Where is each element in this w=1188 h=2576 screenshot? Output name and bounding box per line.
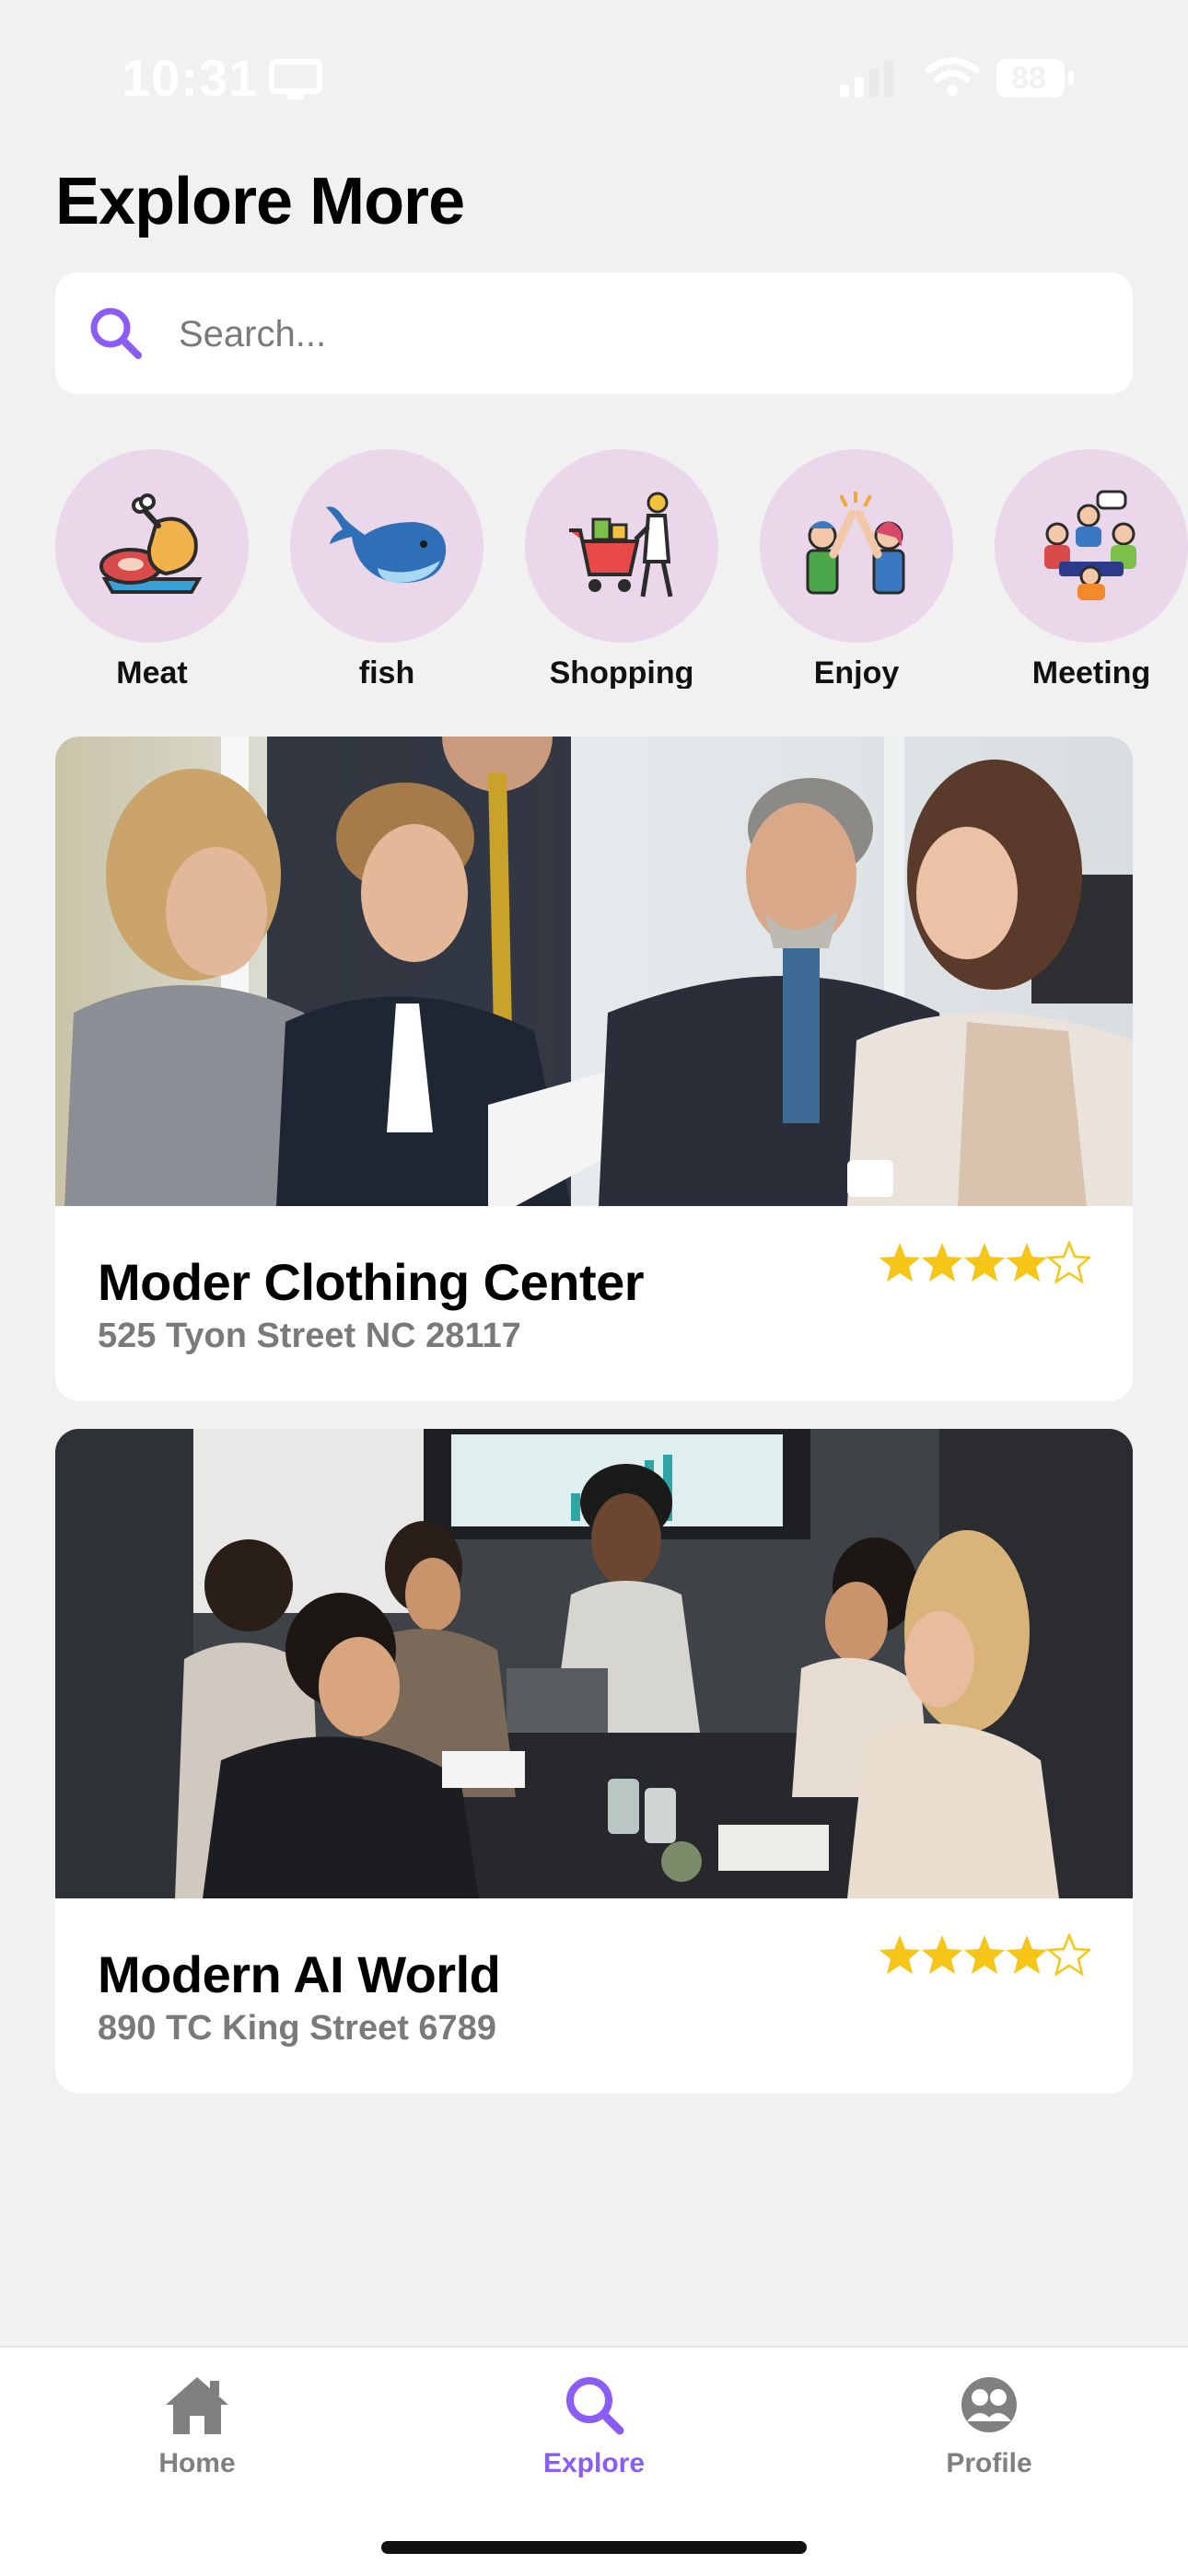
meat-icon [99, 493, 203, 594]
tab-label: Home [158, 2448, 236, 2478]
tab-explore[interactable]: Explore [502, 2373, 686, 2479]
search-bar[interactable] [55, 273, 1133, 394]
category-fish-circle [290, 449, 483, 643]
search-icon [566, 2377, 624, 2435]
place-address: 890 TC King Street 6789 [98, 2009, 496, 2048]
star-rating [879, 1933, 1090, 1976]
tab-profile[interactable]: Profile [897, 2373, 1081, 2479]
home-indicator [381, 2541, 807, 2554]
home-icon [166, 2377, 228, 2434]
category-fish[interactable]: fish [290, 449, 483, 689]
category-meeting-circle [995, 449, 1188, 643]
category-shopping-circle [525, 449, 718, 643]
category-shopping[interactable]: Shopping [525, 449, 718, 689]
cellular-signal-icon [840, 61, 893, 98]
tab-label: Explore [542, 2448, 646, 2478]
category-label: Shopping [549, 656, 694, 689]
page-title: Explore More [55, 165, 465, 238]
screen-mirroring-icon [269, 59, 322, 99]
status-bar: 10:31 88 [0, 0, 1188, 157]
category-label: Meeting [1031, 656, 1151, 689]
place-card[interactable]: Modern AI World 890 TC King Street 6789 [55, 1429, 1133, 2094]
whale-icon [326, 506, 447, 584]
tab-home[interactable]: Home [105, 2373, 289, 2479]
category-meat-circle [55, 449, 249, 643]
battery-icon: 88 [995, 57, 1077, 99]
search-input[interactable] [177, 300, 1101, 368]
status-time: 10:31 [122, 49, 259, 107]
place-title: Modern AI World [98, 1945, 501, 2003]
star-rating [879, 1241, 1090, 1283]
shopping-cart-icon [569, 492, 673, 598]
tab-label: Profile [946, 2448, 1032, 2478]
place-card[interactable]: Moder Clothing Center 525 Tyon Street NC… [55, 737, 1133, 1401]
meeting-icon [1044, 490, 1136, 600]
category-list: Meat fish Shopping Enjoy Meeting [55, 449, 1188, 689]
wifi-icon [925, 57, 980, 96]
place-title: Moder Clothing Center [98, 1253, 645, 1311]
category-label: Meat [116, 656, 188, 689]
place-address: 525 Tyon Street NC 28117 [98, 1317, 521, 1355]
category-label: fish [358, 656, 415, 689]
search-icon [90, 307, 142, 359]
place-photo [55, 737, 1133, 1206]
battery-level: 88 [1011, 60, 1046, 96]
category-meat[interactable]: Meat [55, 449, 249, 689]
category-enjoy-circle [760, 449, 953, 643]
place-photo [55, 1429, 1133, 1898]
category-enjoy[interactable]: Enjoy [760, 449, 953, 689]
category-meeting[interactable]: Meeting [995, 449, 1188, 689]
profile-icon [961, 2377, 1017, 2432]
high-five-icon [806, 492, 905, 595]
category-label: Enjoy [813, 656, 900, 689]
